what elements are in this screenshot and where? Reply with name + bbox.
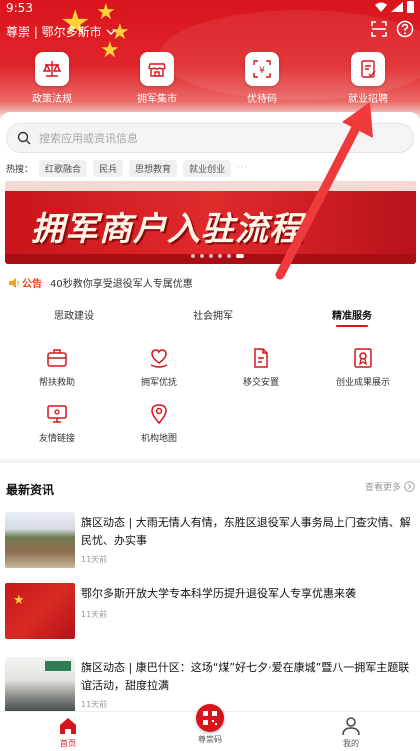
home-icon [60, 718, 76, 734]
signal-icon [391, 2, 403, 12]
status-time: 9:53 [6, 1, 33, 15]
service-placement[interactable]: 移交安置 [226, 345, 296, 388]
news-more-label: 查看更多 [364, 483, 401, 493]
service-achievements[interactable]: 创业成果展示 [328, 345, 398, 388]
search-bar[interactable] [6, 123, 414, 153]
briefcase-icon [44, 345, 70, 371]
bottom-nav: 首页 尊崇码 我的 [0, 704, 420, 751]
quick-coupon[interactable]: ¥ 优待码 [227, 52, 297, 105]
quick-label: 优待码 [247, 94, 277, 105]
hot-tag[interactable]: 思想教育 [129, 159, 178, 177]
search-input[interactable] [39, 131, 379, 145]
news-thumbnail: ★ [5, 583, 75, 639]
quick-label: 就业招聘 [348, 94, 388, 105]
news-thumbnail [5, 657, 75, 713]
hot-more: ··· [237, 163, 249, 173]
wifi-icon [375, 2, 387, 12]
search-icon [17, 131, 31, 145]
chevron-down-icon [106, 29, 116, 35]
service-aid[interactable]: 帮扶救助 [22, 345, 92, 388]
notice-label: 公告 [22, 279, 42, 290]
service-tabs: 思政建设 社会拥军 精准服务 [0, 307, 420, 327]
nav-label: 尊崇码 [198, 735, 222, 744]
scan-icon[interactable] [370, 20, 388, 38]
service-links[interactable]: 友情链接 [22, 401, 92, 444]
carousel-dot [227, 254, 231, 258]
user-icon [342, 717, 360, 736]
location-text: 尊崇 | 鄂尔多斯市 [6, 25, 102, 39]
map-pin-icon [146, 401, 172, 427]
carousel-dots [191, 254, 244, 258]
quick-label: 政策法规 [32, 94, 72, 105]
service-label: 友情链接 [38, 434, 75, 444]
news-item-time: 11天前 [81, 610, 108, 619]
flag-star-icon: ★ [100, 38, 120, 63]
job-icon [351, 52, 385, 86]
qr-code-icon [196, 704, 224, 732]
news-item-time: 11天前 [81, 555, 108, 564]
hot-tag[interactable]: 民兵 [93, 159, 124, 177]
tab-political[interactable]: 思政建设 [54, 307, 94, 322]
news-thumbnail [5, 512, 75, 568]
news-item[interactable]: ★ 鄂尔多斯开放大学专本科学历提升退役军人专享优惠来袭 11天前 [5, 583, 415, 643]
news-item-title: 鄂尔多斯开放大学专本科学历提升退役军人专享优惠来袭 [81, 587, 356, 600]
svg-text:¥: ¥ [259, 66, 265, 76]
status-bar: 9:53 [0, 0, 420, 16]
thumbnail-star-icon: ★ [13, 593, 25, 608]
service-label: 创业成果展示 [335, 378, 390, 388]
service-label: 移交安置 [242, 378, 279, 388]
thumbnail-decoration [45, 661, 71, 671]
hot-search-label: 热搜： [6, 164, 34, 175]
battery-icon [407, 1, 414, 13]
tab-social[interactable]: 社会拥军 [193, 307, 233, 322]
tab-precision[interactable]: 精准服务 [332, 307, 372, 327]
news-item-title: 旗区动态 | 康巴什区：这场“煤”好七夕·爱在康城”暨八一拥军主题联谊活动，甜度… [81, 661, 410, 692]
service-support[interactable]: 拥军优抚 [124, 345, 194, 388]
service-label: 机构地图 [140, 434, 177, 444]
carousel-dot [200, 254, 204, 258]
quick-jobs[interactable]: 就业招聘 [333, 52, 403, 105]
service-label: 拥军优抚 [140, 378, 177, 388]
nav-code[interactable]: 尊崇码 [175, 704, 245, 745]
nav-label: 首页 [60, 739, 76, 748]
hot-tag[interactable]: 红歌融合 [39, 159, 88, 177]
news-section-title: 最新资讯 [6, 483, 55, 497]
monitor-link-icon [44, 401, 70, 427]
banner-decoration [5, 181, 416, 191]
store-icon [140, 52, 174, 86]
scale-icon [35, 52, 69, 86]
carousel-dot [191, 254, 195, 258]
quick-market[interactable]: 拥军集市 [122, 52, 192, 105]
chevron-right-circle-icon [404, 481, 415, 492]
notice-text: 40秒教你享受退役军人专属优惠 [50, 279, 193, 290]
help-icon[interactable] [396, 20, 414, 38]
heart-hands-icon [146, 345, 172, 371]
quick-policy[interactable]: 政策法规 [17, 52, 87, 105]
news-section: 最新资讯 查看更多 旗区动态 | 大雨无情人有情，东胜区退役军人事务局上门查灾情… [0, 463, 420, 713]
notice-bar[interactable]: 公告 40秒教你享受退役军人专属优惠 [8, 275, 193, 290]
nav-label: 我的 [343, 739, 359, 748]
news-item[interactable]: 旗区动态 | 大雨无情人有情，东胜区退役军人事务局上门查灾情、解民忧、办实事 1… [5, 512, 415, 572]
news-item-time: 11天前 [81, 700, 108, 709]
service-map[interactable]: 机构地图 [124, 401, 194, 444]
speaker-icon [9, 277, 19, 288]
hot-tag[interactable]: 就业创业 [183, 159, 232, 177]
nav-home[interactable]: 首页 [33, 716, 103, 749]
qr-coupon-icon: ¥ [245, 52, 279, 86]
certificate-icon [350, 345, 376, 371]
service-label: 帮扶救助 [38, 378, 75, 388]
nav-profile[interactable]: 我的 [316, 716, 386, 749]
document-icon [248, 345, 274, 371]
hot-search: 热搜： 红歌融合 民兵 思想教育 就业创业 ··· [6, 159, 249, 177]
news-item-title: 旗区动态 | 大雨无情人有情，东胜区退役军人事务局上门查灾情、解民忧、办实事 [81, 516, 411, 547]
banner-carousel[interactable]: 拥军商户入驻流程 [5, 181, 416, 264]
quick-label: 拥军集市 [137, 94, 177, 105]
banner-title: 拥军商户入驻流程 [31, 209, 303, 248]
carousel-dot-active [236, 254, 244, 258]
location-selector[interactable]: 尊崇 | 鄂尔多斯市 [6, 23, 116, 40]
carousel-dot [218, 254, 222, 258]
news-more-link[interactable]: 查看更多 [365, 480, 415, 493]
carousel-dot [209, 254, 213, 258]
status-icons [375, 1, 414, 13]
